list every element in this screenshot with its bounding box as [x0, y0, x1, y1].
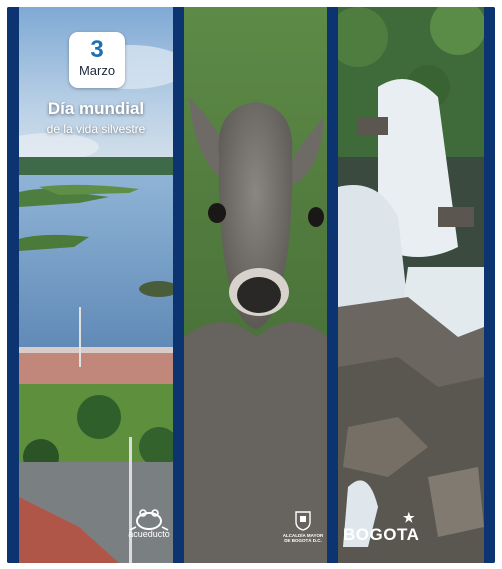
- star-icon: ★: [403, 510, 416, 525]
- wetland-photo: [19, 7, 173, 563]
- waterfall-photo-panel: [338, 7, 484, 563]
- deer-photo-panel: [184, 7, 327, 563]
- panel-divider: [327, 7, 338, 563]
- acueducto-logo-text: acueducto: [128, 529, 170, 539]
- frame-edge-left: [7, 7, 19, 563]
- frame-edge-right: [484, 7, 495, 563]
- deer-photo: [184, 7, 327, 563]
- frog-icon: [129, 509, 169, 531]
- date-month: Marzo: [78, 63, 116, 78]
- poster-frame: 3 Marzo Día mundial de la vida silvestre…: [7, 7, 495, 563]
- date-day: 3: [90, 36, 104, 63]
- coat-of-arms-icon: [295, 511, 311, 531]
- bogota-logo: BOGOTA ★: [343, 510, 420, 545]
- date-badge: 3 Marzo: [69, 32, 125, 88]
- acueducto-logo: acueducto: [124, 507, 173, 539]
- event-title: Día mundial: [47, 99, 145, 118]
- bogota-logo-text: BOGOTA: [343, 525, 420, 544]
- wetland-photo-panel: 3 Marzo Día mundial de la vida silvestre…: [19, 7, 173, 563]
- waterfall-photo: [338, 7, 484, 563]
- alcaldia-logo: ALCALDÍA MAYOR DE BOGOTÁ D.C.: [280, 511, 326, 543]
- alcaldia-logo-text: ALCALDÍA MAYOR DE BOGOTÁ D.C.: [282, 533, 324, 543]
- panel-divider: [173, 7, 184, 563]
- event-subtitle: de la vida silvestre: [46, 122, 146, 136]
